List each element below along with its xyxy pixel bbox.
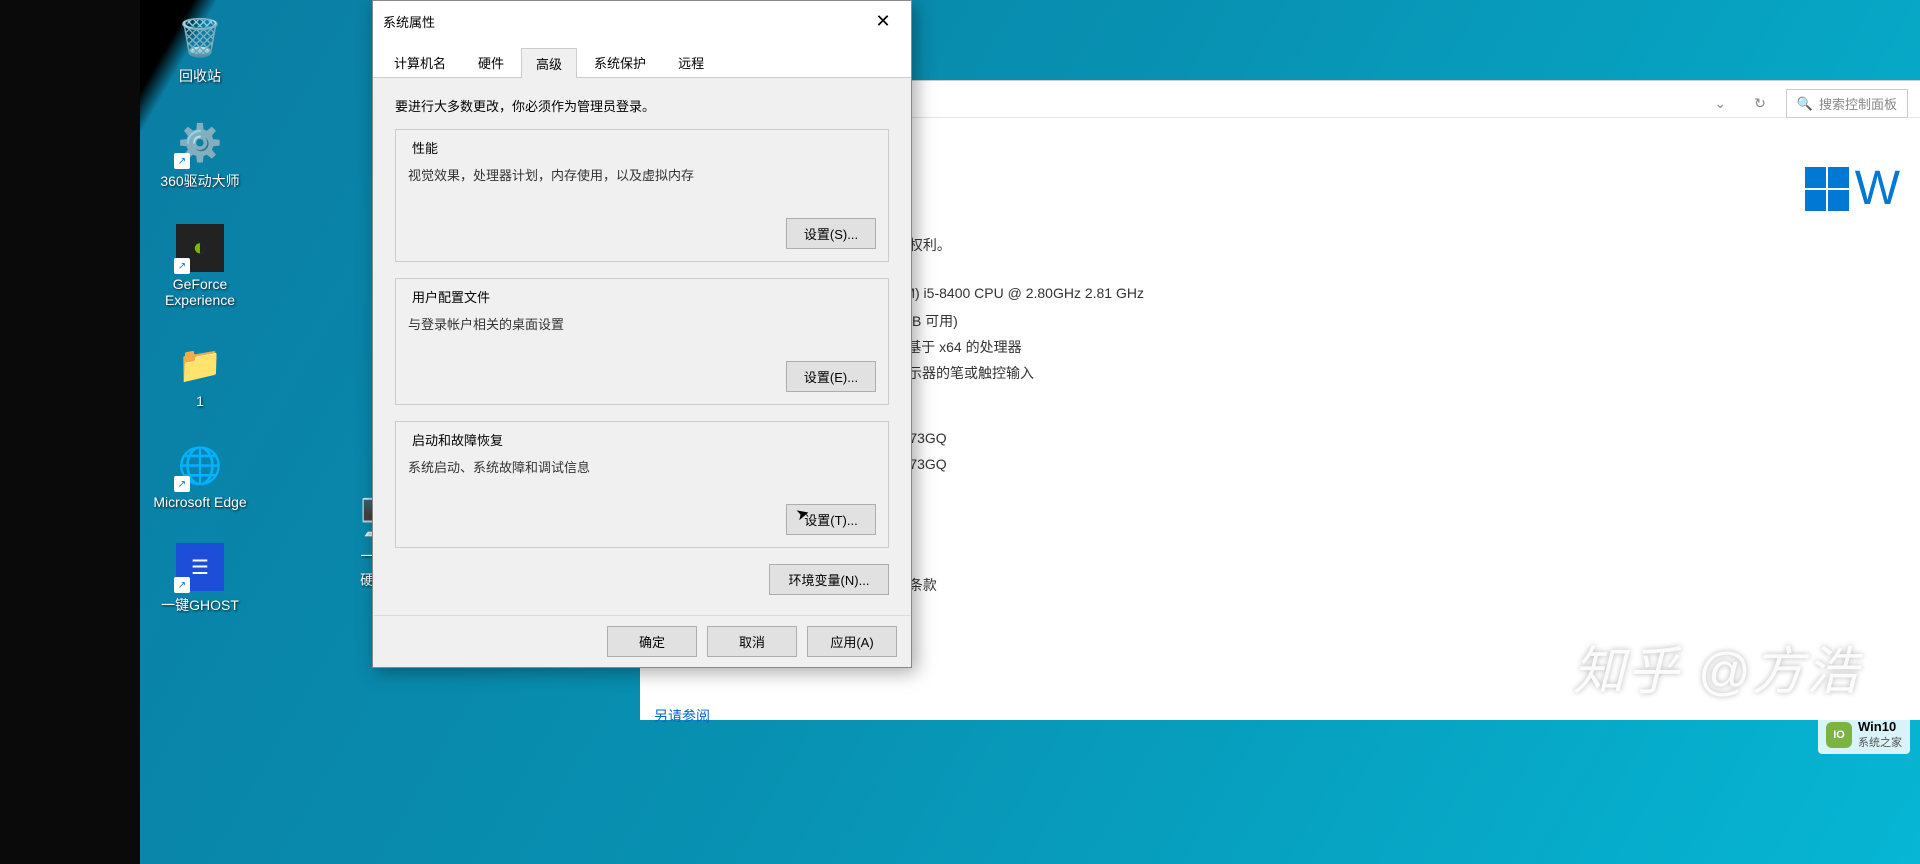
group-startup-title: 启动和故障恢复 bbox=[408, 430, 507, 449]
recycle-bin-label: 回收站 bbox=[179, 66, 221, 86]
tab-advanced[interactable]: 高级 bbox=[521, 48, 577, 78]
search-placeholder: 搜索控制面板 bbox=[1819, 94, 1897, 113]
group-performance: 性能 视觉效果，处理器计划，内存使用，以及虚拟内存 设置(S)... bbox=[395, 129, 889, 262]
desktop-icon-edge[interactable]: 🌐 Microsoft Edge bbox=[149, 438, 250, 514]
edge-label: Microsoft Edge bbox=[153, 494, 246, 510]
tab-computer-name[interactable]: 计算机名 bbox=[379, 47, 461, 77]
win10-watermark: IO Win10 系统之家 bbox=[1818, 715, 1910, 754]
close-icon: ✕ bbox=[875, 11, 890, 32]
performance-settings-button[interactable]: 设置(S)... bbox=[786, 218, 876, 249]
search-icon: 🔍 bbox=[1797, 96, 1813, 112]
ghost-icon: ☰ bbox=[176, 543, 224, 591]
360driver-label: 360驱动大师 bbox=[160, 171, 239, 191]
group-startup-recovery: 启动和故障恢复 系统启动、系统故障和调试信息 设置(T)... bbox=[395, 421, 889, 548]
folder-icon: 📁 bbox=[176, 341, 224, 389]
windows-logo: W bbox=[1805, 161, 1900, 216]
desktop-icon-ghost[interactable]: ☰ 一键GHOST bbox=[157, 539, 243, 619]
group-user-profile-title: 用户配置文件 bbox=[408, 287, 494, 306]
folder1-label: 1 bbox=[196, 393, 204, 409]
win10-badge-icon: IO bbox=[1826, 722, 1852, 748]
tab-hardware[interactable]: 硬件 bbox=[463, 47, 519, 77]
tab-system-protection[interactable]: 系统保护 bbox=[579, 47, 661, 77]
recycle-bin-icon: 🗑️ bbox=[176, 14, 224, 62]
group-startup-desc: 系统启动、系统故障和调试信息 bbox=[408, 457, 876, 476]
gear-icon: ⚙️ bbox=[176, 119, 224, 167]
desktop-icon-folder1[interactable]: 📁 1 bbox=[172, 337, 228, 413]
tab-strip: 计算机名 硬件 高级 系统保护 远程 bbox=[373, 41, 911, 78]
nvidia-icon: ◐ bbox=[176, 224, 224, 272]
desktop-icon-geforce[interactable]: ◐ GeForce Experience bbox=[145, 220, 255, 312]
system-properties-dialog: 系统属性 ✕ 计算机名 硬件 高级 系统保护 远程 要进行大多数更改，你必须作为… bbox=[372, 0, 912, 668]
search-input[interactable]: 🔍 搜索控制面板 bbox=[1786, 89, 1908, 118]
win10-watermark-line2: 系统之家 bbox=[1858, 734, 1902, 750]
tab-remote[interactable]: 远程 bbox=[663, 47, 719, 77]
dialog-title: 系统属性 bbox=[383, 12, 435, 31]
edge-icon: 🌐 bbox=[176, 442, 224, 490]
see-also-link[interactable]: 另请参阅 bbox=[654, 706, 710, 726]
group-performance-title: 性能 bbox=[408, 138, 442, 157]
zhihu-watermark: 知乎 @方浩 bbox=[1573, 629, 1860, 704]
geforce-label: GeForce Experience bbox=[149, 276, 251, 308]
close-button[interactable]: ✕ bbox=[865, 7, 901, 35]
dropdown-chevron-icon[interactable]: ⌄ bbox=[1706, 91, 1734, 116]
desktop-icon-360driver[interactable]: ⚙️ 360驱动大师 bbox=[156, 115, 243, 195]
windows-logo-text: W bbox=[1855, 161, 1900, 216]
win10-watermark-line1: Win10 bbox=[1858, 719, 1902, 734]
admin-notice: 要进行大多数更改，你必须作为管理员登录。 bbox=[395, 96, 889, 115]
environment-variables-button[interactable]: 环境变量(N)... bbox=[769, 564, 889, 595]
desktop-icon-recycle-bin[interactable]: 🗑️ 回收站 bbox=[172, 10, 228, 90]
ghost-label: 一键GHOST bbox=[161, 595, 239, 615]
cancel-button[interactable]: 取消 bbox=[707, 626, 797, 657]
group-performance-desc: 视觉效果，处理器计划，内存使用，以及虚拟内存 bbox=[408, 165, 876, 184]
user-profile-settings-button[interactable]: 设置(E)... bbox=[786, 361, 876, 392]
ok-button[interactable]: 确定 bbox=[607, 626, 697, 657]
group-user-profile: 用户配置文件 与登录帐户相关的桌面设置 设置(E)... bbox=[395, 278, 889, 405]
refresh-icon[interactable]: ↻ bbox=[1746, 91, 1774, 116]
group-user-profile-desc: 与登录帐户相关的桌面设置 bbox=[408, 314, 876, 333]
apply-button[interactable]: 应用(A) bbox=[807, 626, 897, 657]
